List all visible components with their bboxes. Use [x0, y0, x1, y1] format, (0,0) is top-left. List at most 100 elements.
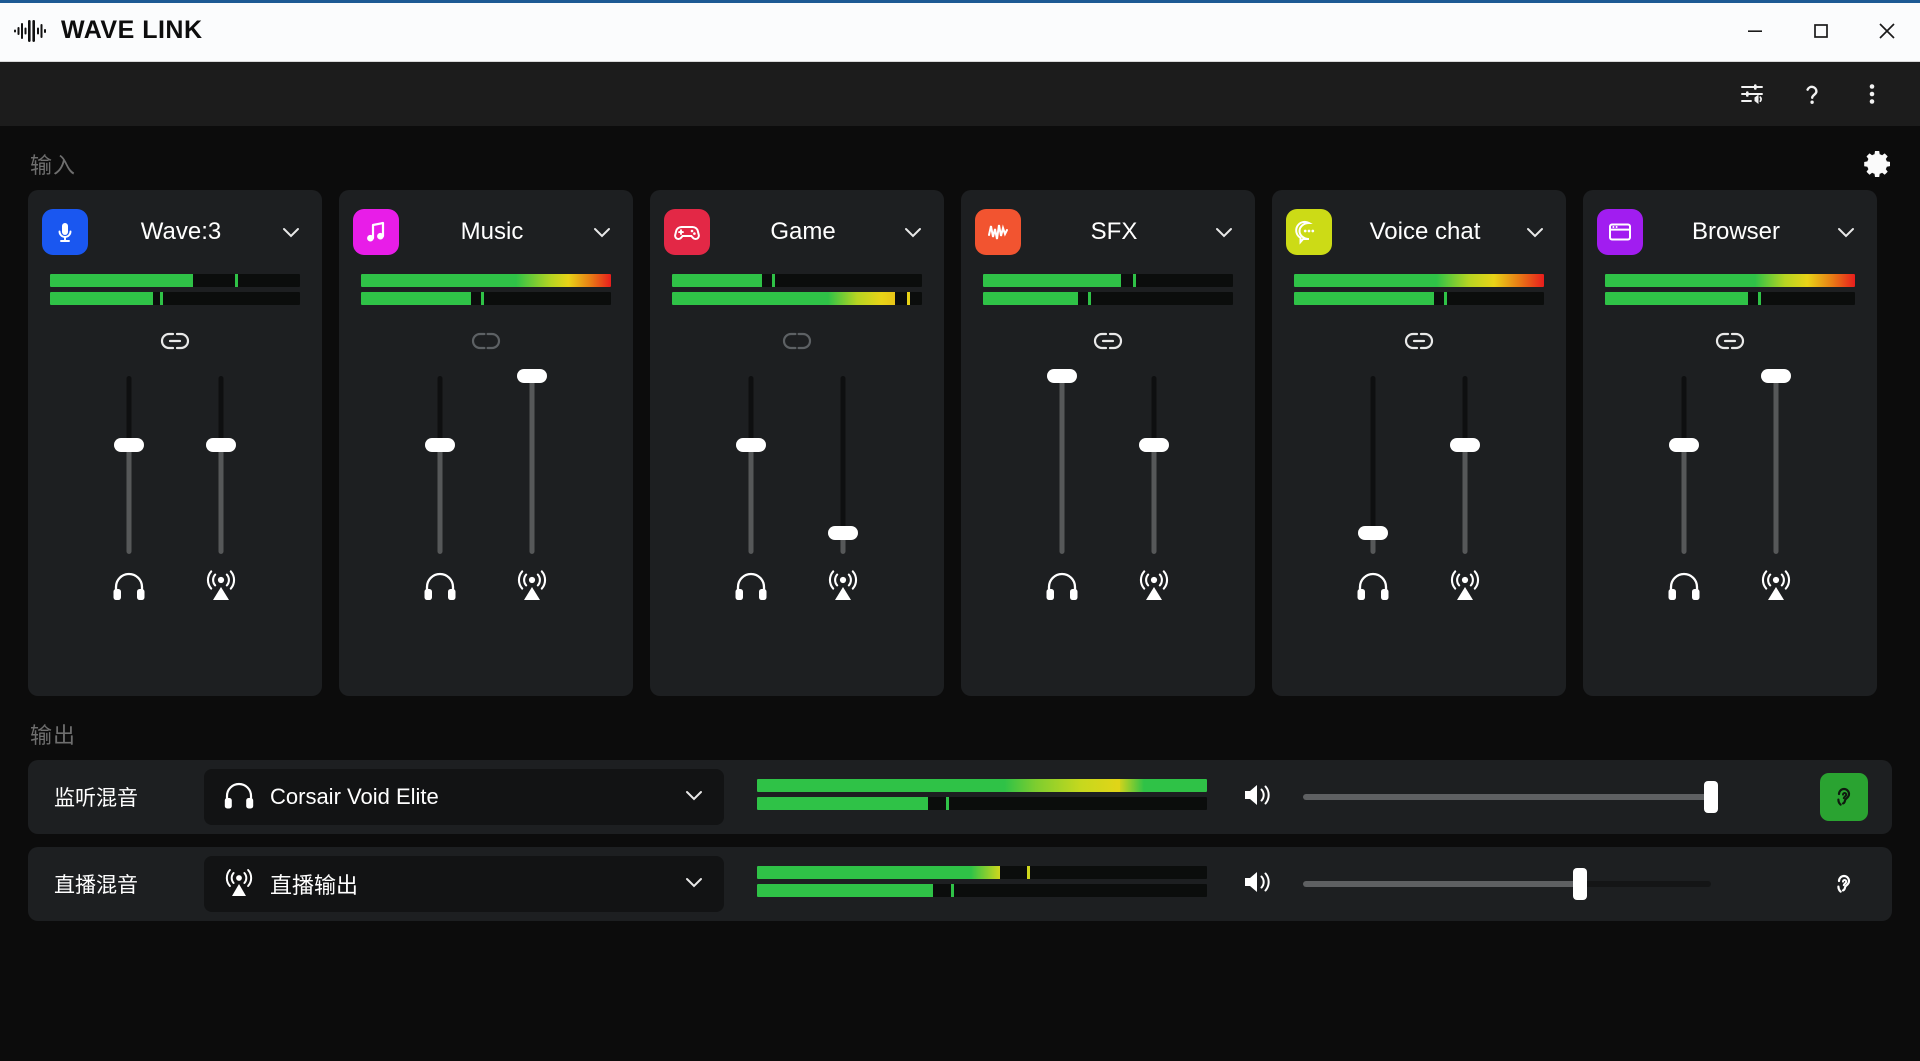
- monitor-fader[interactable]: [1358, 376, 1388, 554]
- chevron-down-icon[interactable]: [1207, 220, 1241, 244]
- fader-handle[interactable]: [114, 438, 144, 453]
- monitor-device-select[interactable]: Corsair Void Elite: [204, 769, 724, 825]
- fader-handle[interactable]: [206, 438, 236, 453]
- channel-strip-voicechat: Voice chat: [1272, 190, 1566, 696]
- fader-filled: [1151, 445, 1157, 554]
- stream-fader[interactable]: [1450, 376, 1480, 554]
- output-section-title: 输出: [30, 723, 77, 748]
- slider-handle[interactable]: [1704, 781, 1718, 813]
- broadcast-icon[interactable]: [1135, 568, 1173, 602]
- meter-bar: [1294, 274, 1544, 287]
- chevron-down-icon[interactable]: [682, 870, 706, 899]
- browser-window-icon[interactable]: [1597, 209, 1643, 255]
- link-connected-icon[interactable]: [1399, 328, 1439, 354]
- stream-volume-slider[interactable]: [1303, 868, 1711, 900]
- headphones-icon[interactable]: [732, 568, 770, 602]
- fader-handle[interactable]: [1761, 369, 1791, 383]
- meter-fill: [1294, 292, 1434, 305]
- speech-bubble-icon[interactable]: [1286, 209, 1332, 255]
- stream-fader[interactable]: [517, 369, 547, 554]
- meter-fill: [757, 779, 1207, 792]
- meter-bar: [50, 274, 300, 287]
- stream-fader[interactable]: [828, 376, 858, 554]
- stream-device-select[interactable]: 直播输出: [204, 856, 724, 912]
- channel-header: Wave:3: [28, 204, 322, 260]
- fader-handle[interactable]: [1450, 438, 1480, 453]
- headphones-icon[interactable]: [110, 568, 148, 602]
- meter-peak: [160, 292, 163, 305]
- monitor-volume-slider[interactable]: [1303, 781, 1718, 813]
- broadcast-icon[interactable]: [1757, 568, 1795, 602]
- gear-icon[interactable]: [1862, 148, 1894, 180]
- fader-handle[interactable]: [1047, 369, 1077, 383]
- headphones-icon[interactable]: [1665, 568, 1703, 602]
- fader-handle[interactable]: [1669, 438, 1699, 453]
- chevron-down-icon[interactable]: [682, 783, 706, 812]
- monitor-fader[interactable]: [1047, 369, 1077, 554]
- channel-meters: [28, 260, 322, 310]
- monitor-fader[interactable]: [1669, 376, 1699, 554]
- stream-monitor-toggle-button[interactable]: [1820, 860, 1868, 908]
- speaker-icon: [1241, 779, 1277, 816]
- fader-handle[interactable]: [736, 438, 766, 453]
- gamepad-icon[interactable]: [664, 209, 710, 255]
- monitor-fader[interactable]: [114, 376, 144, 554]
- more-menu-icon[interactable]: [1846, 71, 1898, 117]
- stream-fader[interactable]: [1139, 376, 1169, 554]
- link-connected-icon[interactable]: [1088, 328, 1128, 354]
- link-connected-icon[interactable]: [155, 328, 195, 354]
- channel-name: Voice chat: [1369, 218, 1481, 245]
- slider-handle[interactable]: [1573, 868, 1588, 900]
- meter-fill: [757, 866, 1000, 879]
- headphones-icon: [222, 779, 256, 816]
- link-broken-icon[interactable]: [777, 328, 817, 354]
- chevron-down-icon[interactable]: [1518, 220, 1552, 244]
- close-button[interactable]: [1854, 0, 1920, 61]
- meter-fill: [672, 274, 762, 287]
- headphones-icon[interactable]: [1043, 568, 1081, 602]
- chevron-down-icon[interactable]: [896, 220, 930, 244]
- chevron-down-icon[interactable]: [1829, 220, 1863, 244]
- fader-handle[interactable]: [1358, 525, 1388, 540]
- stream-fader-column: [202, 376, 240, 696]
- meter-bar: [757, 884, 1207, 897]
- fader-handle[interactable]: [1139, 438, 1169, 453]
- fader-handle[interactable]: [828, 525, 858, 540]
- broadcast-icon[interactable]: [824, 568, 862, 602]
- sfx-waveform-icon[interactable]: [975, 209, 1021, 255]
- title-bar: WAVE LINK: [0, 0, 1920, 62]
- meter-peak: [1027, 866, 1030, 879]
- minimize-button[interactable]: [1722, 0, 1788, 61]
- broadcast-icon[interactable]: [513, 568, 551, 602]
- monitor-toggle-button[interactable]: [1820, 773, 1868, 821]
- channel-name: Browser: [1691, 218, 1781, 245]
- headphones-icon[interactable]: [1354, 568, 1392, 602]
- help-icon[interactable]: [1786, 71, 1838, 117]
- stream-fader-column: [1757, 369, 1795, 696]
- channel-faders: [1583, 354, 1877, 696]
- link-row: [1583, 310, 1877, 354]
- meter-fill: [1294, 274, 1544, 287]
- music-note-icon[interactable]: [353, 209, 399, 255]
- meter-fill: [361, 274, 611, 287]
- broadcast-icon[interactable]: [202, 568, 240, 602]
- stream-fader[interactable]: [206, 376, 236, 554]
- stream-fader-column: [1135, 376, 1173, 696]
- monitor-fader[interactable]: [736, 376, 766, 554]
- input-section-header: 输入: [0, 126, 1920, 190]
- stream-fader[interactable]: [1761, 369, 1791, 554]
- monitor-fader[interactable]: [425, 376, 455, 554]
- stream-device-name: 直播输出: [270, 873, 359, 898]
- chevron-down-icon[interactable]: [585, 220, 619, 244]
- mixer-settings-icon[interactable]: [1726, 71, 1778, 117]
- microphone-icon[interactable]: [42, 209, 88, 255]
- headphones-icon[interactable]: [421, 568, 459, 602]
- link-broken-icon[interactable]: [466, 328, 506, 354]
- fader-handle[interactable]: [425, 438, 455, 453]
- maximize-button[interactable]: [1788, 0, 1854, 61]
- chevron-down-icon[interactable]: [274, 220, 308, 244]
- broadcast-icon[interactable]: [1446, 568, 1484, 602]
- link-connected-icon[interactable]: [1710, 328, 1750, 354]
- fader-handle[interactable]: [517, 369, 547, 383]
- input-channel-list: Wave:3 Music Game SFX Voice chat Browser: [0, 190, 1920, 696]
